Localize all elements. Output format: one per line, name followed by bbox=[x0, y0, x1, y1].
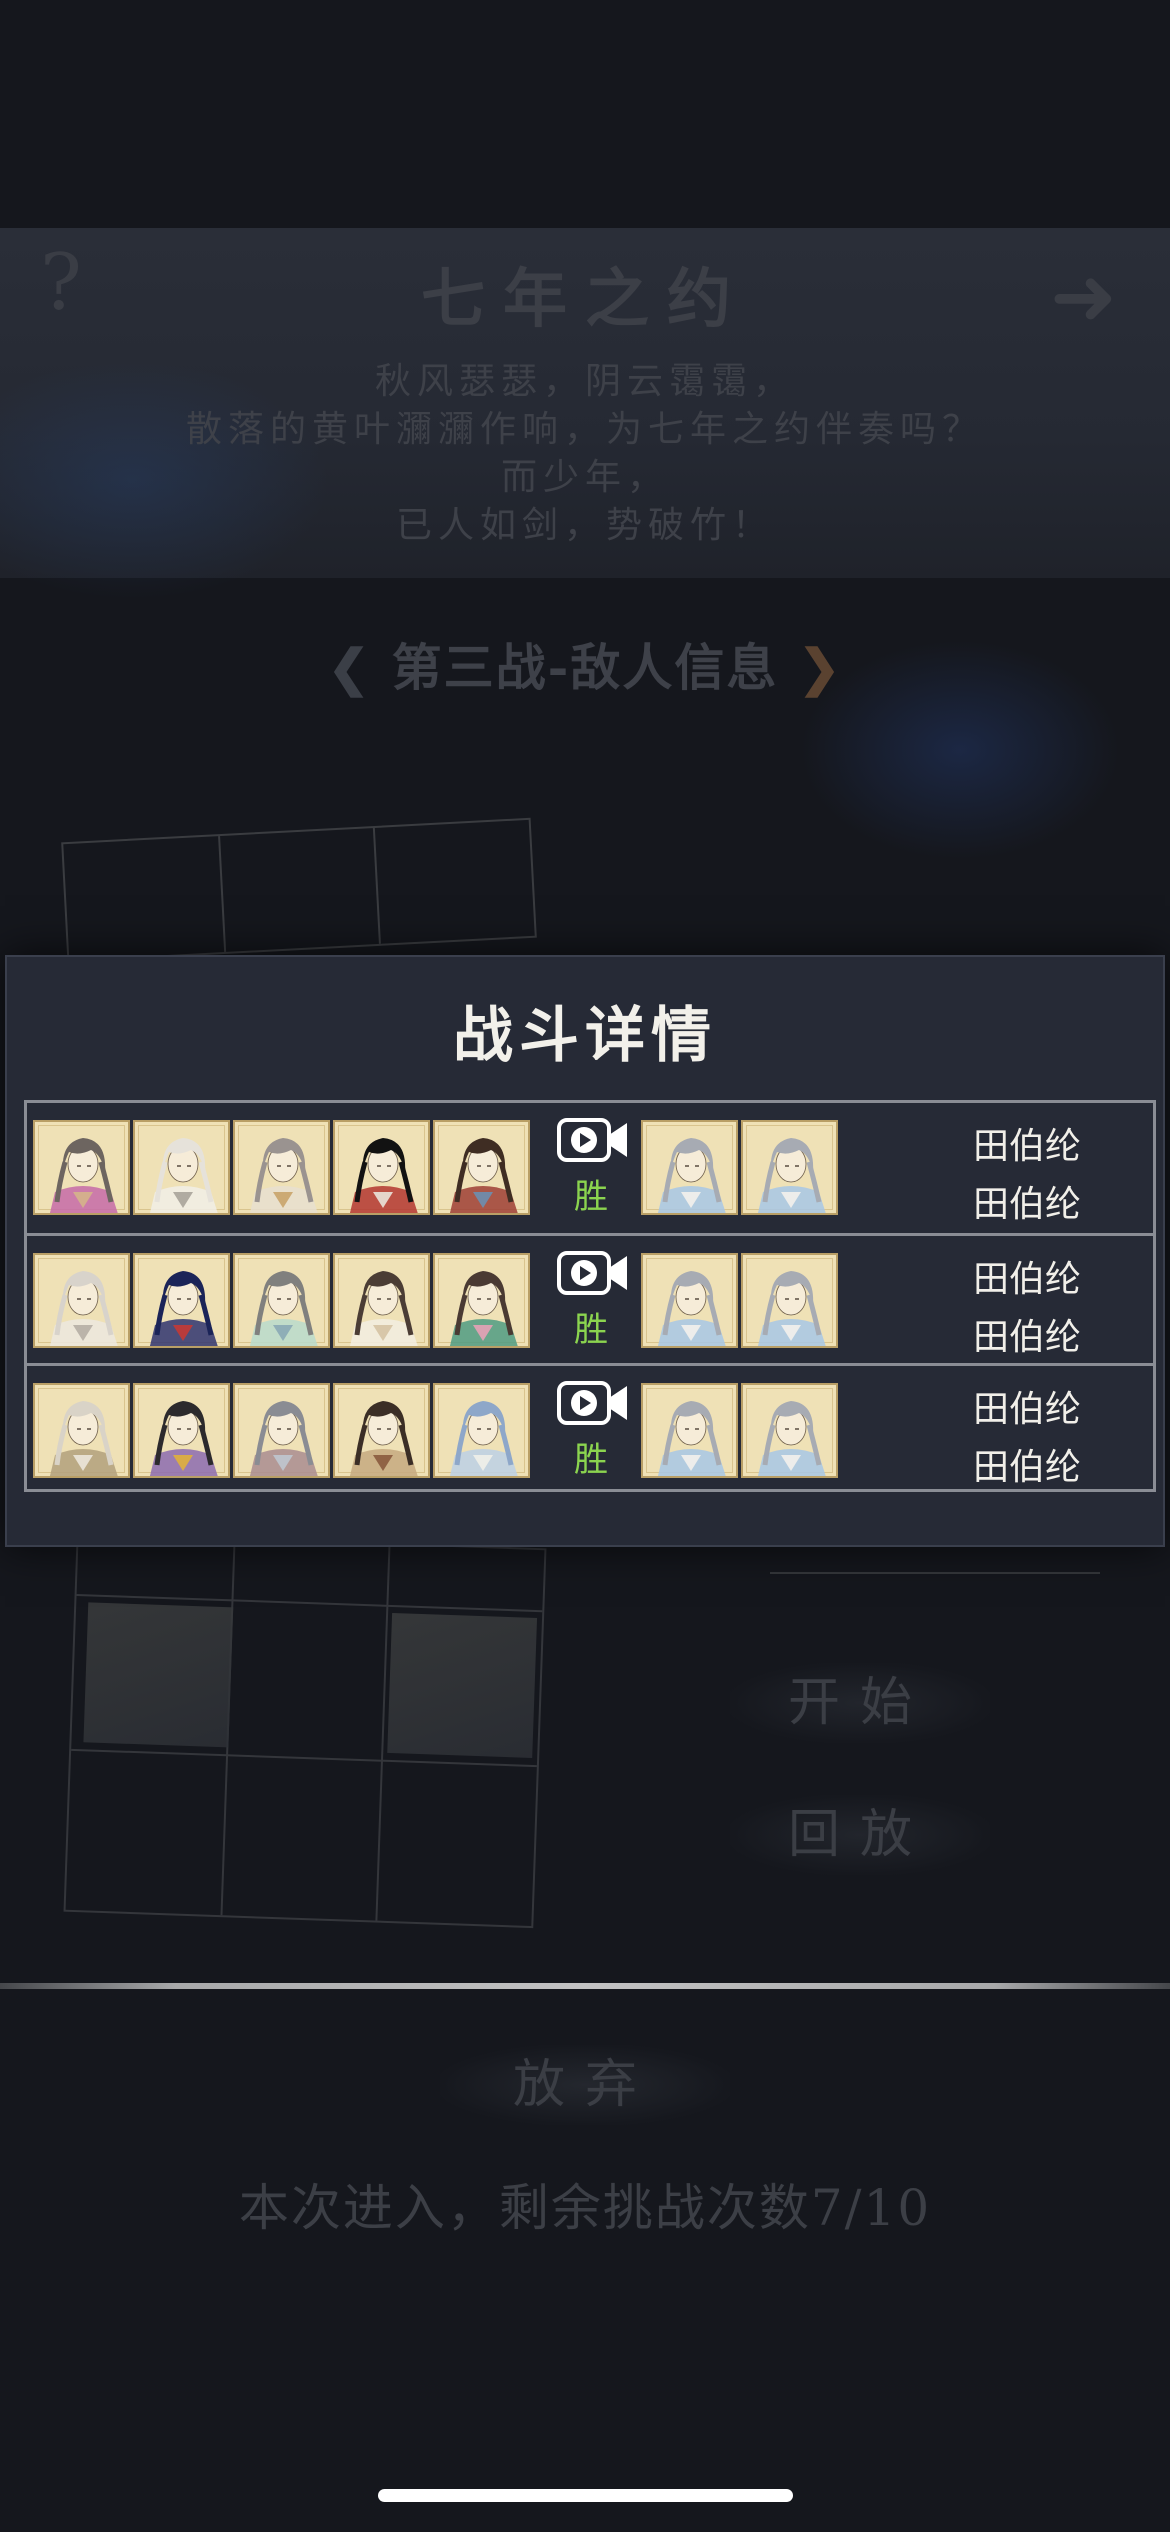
character-illustration bbox=[657, 1138, 726, 1213]
enemy-portrait bbox=[641, 1120, 738, 1215]
battle-result: 胜 bbox=[574, 1440, 608, 1480]
poem-line: 而少年， bbox=[500, 457, 669, 498]
battle-nav: ❮ 第三战-敌人信息 ❯ bbox=[0, 628, 1170, 700]
ghost-portrait bbox=[387, 1612, 538, 1758]
divider bbox=[0, 1983, 1170, 1989]
character-illustration bbox=[149, 1138, 218, 1213]
enemy-portrait bbox=[641, 1253, 738, 1348]
poem-line: 已人如剑，势破竹！ bbox=[395, 505, 774, 546]
enemy-portrait bbox=[641, 1383, 738, 1478]
ally-portrait bbox=[233, 1120, 330, 1215]
battle-row: 胜田伯纶 田伯纶 bbox=[27, 1103, 1153, 1233]
battle-table: 胜田伯纶 田伯纶胜田伯纶 田伯纶胜田伯纶 田伯纶 bbox=[24, 1100, 1156, 1492]
character-illustration bbox=[449, 1401, 518, 1476]
home-indicator[interactable] bbox=[378, 2489, 793, 2502]
chevron-left-icon[interactable]: ❮ bbox=[328, 638, 372, 697]
formation-grid-top bbox=[61, 817, 537, 963]
grid-line bbox=[218, 836, 227, 953]
enemy-name: 田伯纶 bbox=[972, 1389, 1081, 1430]
video-camera-play-icon[interactable] bbox=[557, 1250, 629, 1296]
ally-portrait bbox=[133, 1383, 230, 1478]
character-illustration bbox=[349, 1271, 418, 1346]
ally-portrait bbox=[433, 1383, 530, 1478]
battle-label: 第三战-敌人信息 bbox=[391, 638, 779, 697]
character-illustration bbox=[349, 1401, 418, 1476]
character-illustration bbox=[757, 1138, 826, 1213]
ally-portrait bbox=[233, 1383, 330, 1478]
replay-button[interactable]: 回放 bbox=[730, 1795, 990, 1875]
enemy-name: 田伯纶 bbox=[972, 1184, 1081, 1225]
character-illustration bbox=[49, 1401, 118, 1476]
ally-portrait bbox=[33, 1383, 130, 1478]
battle-row: 胜田伯纶 田伯纶 bbox=[27, 1363, 1153, 1493]
enemy-portrait bbox=[741, 1120, 838, 1215]
modal-title: 战斗详情 bbox=[453, 1001, 717, 1071]
battle-row: 胜田伯纶 田伯纶 bbox=[27, 1233, 1153, 1363]
ally-portrait bbox=[133, 1120, 230, 1215]
ally-portrait bbox=[333, 1383, 430, 1478]
character-illustration bbox=[249, 1138, 318, 1213]
poem-line: 秋风瑟瑟，阴云霭霭， bbox=[374, 361, 795, 402]
enemy-portrait bbox=[741, 1253, 838, 1348]
poem-line: 散落的黄叶瀰瀰作响，为七年之约伴奏吗？ bbox=[185, 409, 984, 450]
ally-portrait bbox=[433, 1120, 530, 1215]
character-illustration bbox=[349, 1138, 418, 1213]
ally-portrait bbox=[133, 1253, 230, 1348]
grid-line bbox=[372, 827, 381, 944]
character-illustration bbox=[49, 1138, 118, 1213]
ghost-portrait bbox=[83, 1602, 234, 1748]
start-button[interactable]: 开始 bbox=[730, 1663, 990, 1743]
ally-portrait bbox=[333, 1253, 430, 1348]
enemy-name: 田伯纶 bbox=[972, 1317, 1081, 1358]
character-illustration bbox=[149, 1401, 218, 1476]
formation-grid-bottom bbox=[63, 1531, 547, 1929]
stage-title: 七年之约 bbox=[421, 262, 749, 337]
character-illustration bbox=[449, 1138, 518, 1213]
character-illustration bbox=[249, 1271, 318, 1346]
give-up-button[interactable]: 放弃 bbox=[440, 2045, 730, 2125]
video-camera-play-icon[interactable] bbox=[557, 1117, 629, 1163]
enemy-name: 田伯纶 bbox=[972, 1447, 1081, 1488]
battle-details-modal: 战斗详情 胜田伯纶 田伯纶胜田伯纶 田伯纶胜田伯纶 田伯纶 bbox=[5, 955, 1165, 1547]
character-illustration bbox=[149, 1271, 218, 1346]
battle-result: 胜 bbox=[574, 1177, 608, 1217]
enemy-name: 田伯纶 bbox=[972, 1259, 1081, 1300]
ally-portrait bbox=[333, 1120, 430, 1215]
character-illustration bbox=[657, 1271, 726, 1346]
ally-portrait bbox=[233, 1253, 330, 1348]
remaining-attempts: 本次进入，剩余挑战次数7/10 bbox=[238, 2179, 932, 2237]
ally-portrait bbox=[33, 1253, 130, 1348]
chevron-right-icon[interactable]: ❯ bbox=[798, 638, 842, 697]
character-illustration bbox=[657, 1401, 726, 1476]
video-camera-play-icon[interactable] bbox=[557, 1380, 629, 1426]
stage-poem: 秋风瑟瑟，阴云霭霭， 散落的黄叶瀰瀰作响，为七年之约伴奏吗？ 而少年， 已人如剑… bbox=[0, 358, 1170, 550]
enemy-portrait bbox=[741, 1383, 838, 1478]
ally-portrait bbox=[33, 1120, 130, 1215]
character-illustration bbox=[249, 1401, 318, 1476]
character-illustration bbox=[757, 1271, 826, 1346]
enemy-name: 田伯纶 bbox=[972, 1126, 1081, 1167]
character-illustration bbox=[49, 1271, 118, 1346]
battle-result: 胜 bbox=[574, 1310, 608, 1350]
ally-portrait bbox=[433, 1253, 530, 1348]
character-illustration bbox=[449, 1271, 518, 1346]
character-illustration bbox=[757, 1401, 826, 1476]
